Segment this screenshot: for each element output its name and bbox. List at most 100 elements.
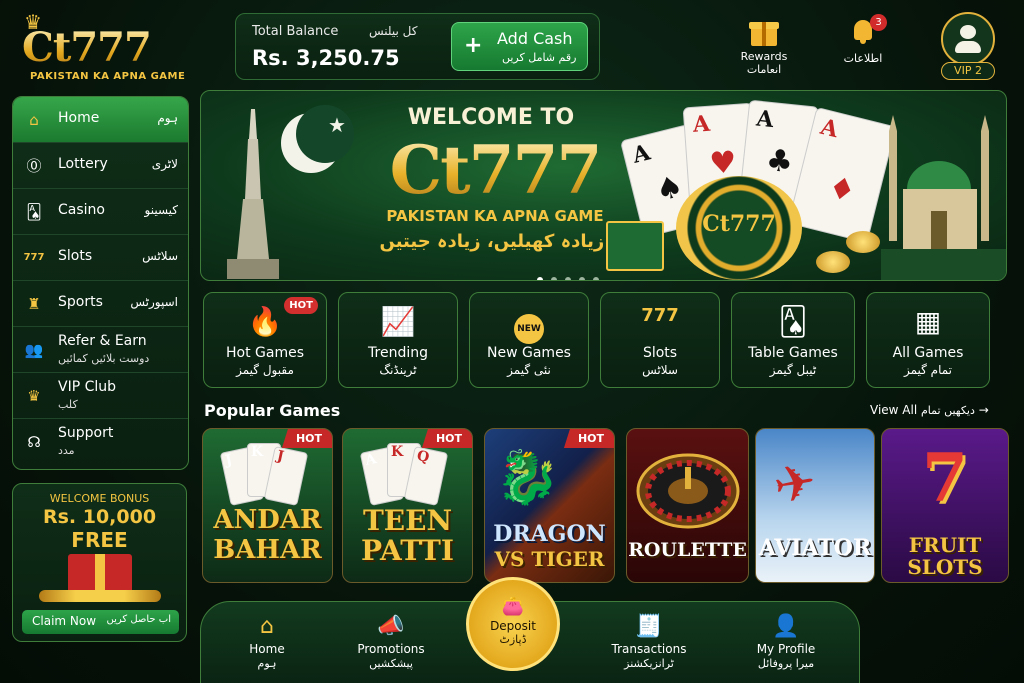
game-title-line2: BAHAR [213,535,322,565]
sidebar-item-refer-earn[interactable]: 👥 Refer & Earn دوست بلائیں کمائیں [13,327,188,373]
claim-now-label-urdu: اب حاصل کریں [106,614,171,625]
hot-badge: HOT [281,429,332,448]
hot-badge: HOT [421,429,472,448]
game-tile-andar-bahar[interactable]: J K J HOT ANDAR BAHAR [202,428,333,583]
category-hot-games[interactable]: HOT 🔥 Hot Games مقبول گیمز [203,292,327,388]
carousel-dot[interactable] [537,277,543,280]
sidebar-item-label-urdu: کلب [58,398,78,411]
sidebar-item-slots[interactable]: 777 Slots سلاٹس [13,235,188,281]
user-icon-body [955,41,981,53]
receipt-icon: 🧾 [635,614,663,639]
deposit-label-urdu: ڈپازٹ [499,633,527,646]
game-title-line2: PATTI [361,534,454,567]
nav-transactions[interactable]: 🧾 Transactions ٹرانزیکشنز [599,614,699,670]
home-icon: ⌂ [29,111,39,129]
coins-image [39,590,161,602]
carousel-dot[interactable] [565,277,571,280]
coin-image [816,251,850,273]
logo-tagline: PAKISTAN KA APNA GAME [30,71,186,82]
game-title-line1: ROULETTE [628,539,747,561]
sidebar-item-label: Refer & Earn [58,333,147,349]
nav-my-profile[interactable]: 👤 My Profile میرا پروفائل [736,614,836,670]
category-label-urdu: مقبول گیمز [236,363,294,377]
game-title-line2: VS TIGER [494,547,605,571]
sidebar-item-label: Lottery [58,156,108,172]
add-cash-button[interactable]: + Add Cash رقم شامل کریں [451,22,588,71]
brand-logo[interactable]: ♛ Ct777 PAKISTAN KA APNA GAME [18,10,188,86]
game-title-line1: FRUIT [908,533,982,557]
bonus-title: WELCOME BONUS [49,492,150,505]
claim-now-button[interactable]: Claim Now اب حاصل کریں [22,610,179,634]
carousel-dot[interactable] [551,277,557,280]
hot-badge: HOT [563,429,614,448]
category-trending[interactable]: 📈 Trending ٹرینڈنگ [338,292,458,388]
bonus-amount: Rs. 10,000 [42,506,157,528]
view-all-link[interactable]: View All دیکھیں تمام → [870,403,989,417]
playing-cards-image: J K J [219,441,315,511]
nav-promotions-label-urdu: پیشکشیں [369,657,413,670]
vip-level-badge: VIP 2 [941,62,995,80]
nav-home-label-urdu: ہوم [257,657,277,670]
sidebar-item-label: Slots [58,248,93,264]
crown-icon: ♛ [27,387,41,405]
game-tile-aviator[interactable]: ✈ AVIATOR [755,428,875,583]
balance-amount: Rs. 3,250.75 [252,46,400,70]
notification-count-badge: 3 [870,14,887,31]
category-label: All Games [892,345,964,361]
category-label-urdu: ٹرینڈنگ [379,363,417,377]
balance-label: Total Balance [252,24,339,39]
bell-icon: 3 [846,14,887,48]
profile-avatar-button[interactable]: VIP 2 [941,12,995,80]
sidebar-item-label-urdu: کیسینو [144,203,178,217]
hero-brand-text: Ct777 [355,131,635,209]
plus-icon: + [464,33,483,58]
hero-carousel-dots[interactable] [537,268,607,280]
game-tile-fruit-slots[interactable]: 7 FRUIT SLOTS [881,428,1009,583]
rewards-label: Rewards [740,50,788,63]
trophy-icon: ♜ [27,295,41,313]
game-tile-teen-patti[interactable]: A K Q HOT TEEN PATTI [342,428,473,583]
notifications-label-urdu: اطلاعات [843,52,883,65]
gift-box-image [606,221,664,271]
view-all-label: View All [870,403,918,417]
trending-icon: 📈 [380,305,416,338]
sidebar-item-sports[interactable]: ♜ Sports اسپورٹس [13,281,188,327]
slots-icon: 777 [23,252,45,263]
sidebar-item-label: Sports [58,294,103,310]
welcome-bonus-card: WELCOME BONUS Rs. 10,000 FREE Claim Now … [12,483,187,642]
notifications-button[interactable]: 3 اطلاعات [835,14,891,65]
category-all-games[interactable]: ▦ All Games تمام گیمز [866,292,990,388]
section-title: Popular Games [204,401,341,420]
sidebar-item-support[interactable]: ☊ Support مدد [13,419,188,465]
chip-brand-text: Ct777 [702,211,776,237]
nav-home-label: Home [249,642,285,656]
game-tile-roulette[interactable]: ROULETTE [626,428,749,583]
sidebar-item-casino[interactable]: 🂡 Casino کیسینو [13,189,188,235]
nav-home[interactable]: ⌂ Home ہوم [217,614,317,670]
carousel-dot[interactable] [593,277,599,280]
carousel-dot[interactable] [579,277,585,280]
category-label: Trending [368,345,428,361]
rewards-button[interactable]: Rewards انعامات [730,14,798,76]
category-table-games[interactable]: 🂡 Table Games ٹیبل گیمز [731,292,855,388]
deposit-button[interactable]: 👛 Deposit ڈپازٹ [466,577,560,671]
grid-icon: ▦ [914,305,942,338]
sidebar-item-lottery[interactable]: ⓪ Lottery لاٹری [13,143,188,189]
user-icon [960,25,976,39]
mosque-image [881,115,1006,280]
sidebar-item-label-urdu: اسپورٹس [130,295,178,309]
category-slots[interactable]: 777 Slots سلاٹس [600,292,720,388]
sidebar: ⌂ Home ہوم ⓪ Lottery لاٹری 🂡 Casino کیسی… [12,96,189,470]
bonus-free: FREE [71,528,128,552]
sidebar-item-home[interactable]: ⌂ Home ہوم [13,97,188,143]
category-new-games[interactable]: NEW New Games نئی گیمز [469,292,589,388]
sidebar-item-vip-club[interactable]: ♛ VIP Club کلب [13,373,188,419]
sidebar-item-label-urdu: مدد [58,444,75,457]
dragon-tiger-image: 🐉 [495,448,560,508]
nav-promotions[interactable]: 📣 Promotions پیشکشیں [341,614,441,670]
category-label: Hot Games [225,345,304,361]
hero-banner[interactable]: ★ WELCOME TO Ct777 PAKISTAN KA APNA GAME… [200,90,1007,281]
deposit-label: Deposit [490,619,536,633]
game-tile-dragon-vs-tiger[interactable]: HOT 🐉 DRAGON VS TIGER [484,428,615,583]
game-title-line1: AVIATOR [758,535,872,561]
